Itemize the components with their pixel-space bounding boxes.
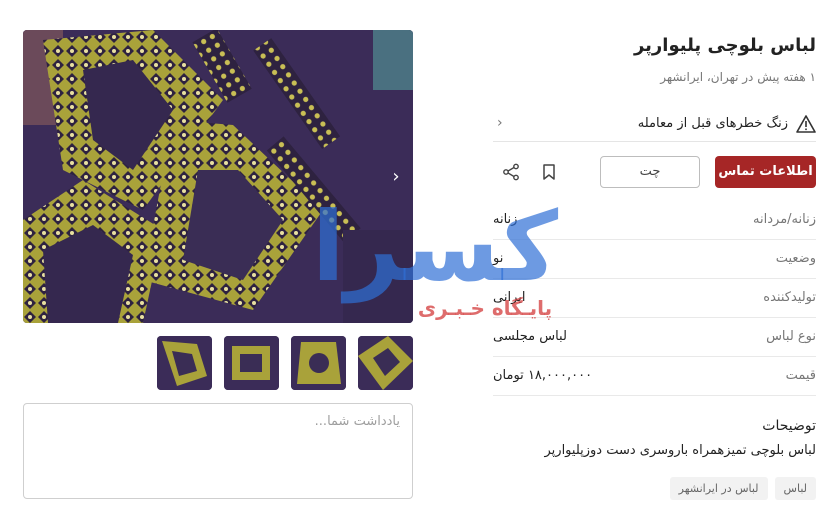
- thumbnail-1[interactable]: [157, 336, 212, 390]
- attribute-row-clothing-type: نوع لباس لباس مجلسی: [493, 318, 816, 357]
- action-bar: اطلاعات تماس چت: [493, 156, 816, 188]
- attribute-key: نوع لباس: [766, 329, 816, 344]
- thumbnail-strip: [157, 336, 413, 390]
- attribute-row-manufacturer: تولیدکننده ایرانی: [493, 279, 816, 318]
- thumbnail-2[interactable]: [224, 336, 279, 390]
- chevron-left-icon: ‹: [497, 115, 503, 131]
- listing-subtitle: ۱ هفته پیش در تهران، ایرانشهر: [660, 70, 816, 84]
- main-photo[interactable]: ›: [23, 30, 413, 323]
- personal-note-box[interactable]: [23, 403, 413, 499]
- contact-info-button[interactable]: اطلاعات تماس: [715, 156, 816, 188]
- attribute-key: زنانه/مردانه: [753, 212, 816, 227]
- share-icon[interactable]: [501, 162, 521, 182]
- attribute-value: ایرانی: [493, 290, 526, 305]
- tag-chip[interactable]: لباس: [774, 477, 816, 500]
- attribute-value: ۱۸,۰۰۰,۰۰۰ تومان: [493, 368, 593, 383]
- thumbnail-4[interactable]: [358, 336, 413, 390]
- chat-button[interactable]: چت: [600, 156, 700, 188]
- warning-triangle-icon: [796, 114, 816, 133]
- attribute-value: لباس مجلسی: [493, 329, 567, 344]
- note-textarea[interactable]: [36, 414, 400, 488]
- dress-photo: [23, 30, 413, 323]
- attribute-value: زنانه: [493, 212, 518, 227]
- bookmark-icon[interactable]: [539, 162, 559, 182]
- tag-list: لباس لباس در ایرانشهر: [669, 477, 816, 500]
- safety-warning-link[interactable]: زنگ خطرهای قبل از معامله ‹: [493, 106, 816, 142]
- attribute-key: تولیدکننده: [763, 290, 816, 305]
- attribute-key: قیمت: [785, 368, 816, 383]
- tag-chip[interactable]: لباس در ایرانشهر: [669, 477, 768, 500]
- description-heading: توضیحات: [762, 418, 816, 434]
- attribute-value: نو: [493, 251, 504, 266]
- attribute-key: وضعیت: [775, 251, 816, 266]
- listing-title: لباس بلوچی پلیوارپر: [633, 35, 816, 56]
- description-text: لباس بلوچی تمیزهمراه باروسری دست دوزپلیو…: [544, 443, 817, 458]
- next-image-chevron-icon[interactable]: ›: [385, 166, 407, 188]
- attribute-row-condition: وضعیت نو: [493, 240, 816, 279]
- attribute-row-gender: زنانه/مردانه زنانه: [493, 201, 816, 240]
- warning-text: زنگ خطرهای قبل از معامله: [637, 116, 788, 131]
- attribute-row-price: قیمت ۱۸,۰۰۰,۰۰۰ تومان: [493, 357, 816, 396]
- thumbnail-3[interactable]: [291, 336, 346, 390]
